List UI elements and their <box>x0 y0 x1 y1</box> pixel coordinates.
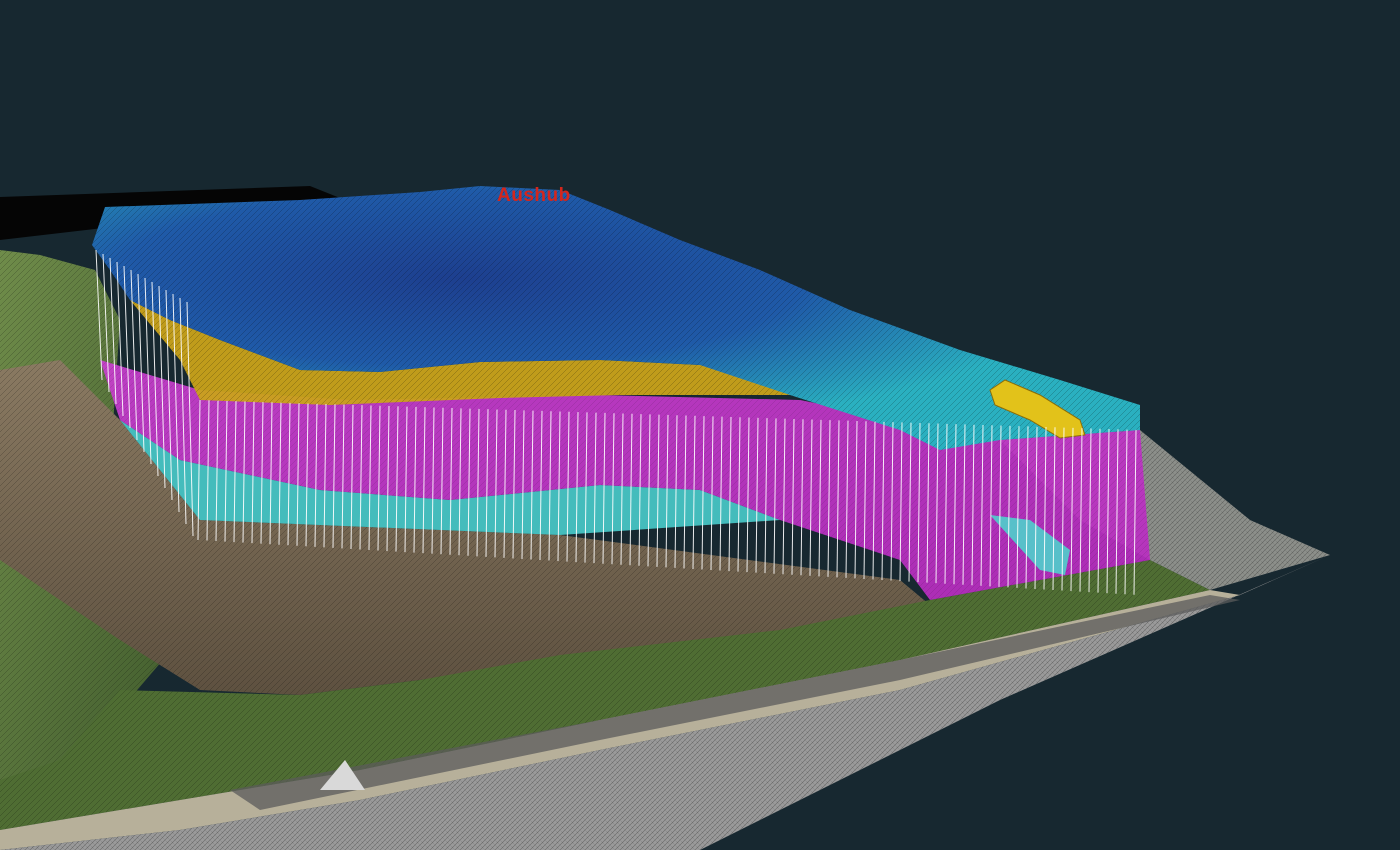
terrain-model-scene[interactable]: Aushub <box>0 0 1400 850</box>
3d-viewport[interactable]: Aushub <box>0 0 1400 850</box>
excavation-label: Aushub <box>497 185 571 206</box>
